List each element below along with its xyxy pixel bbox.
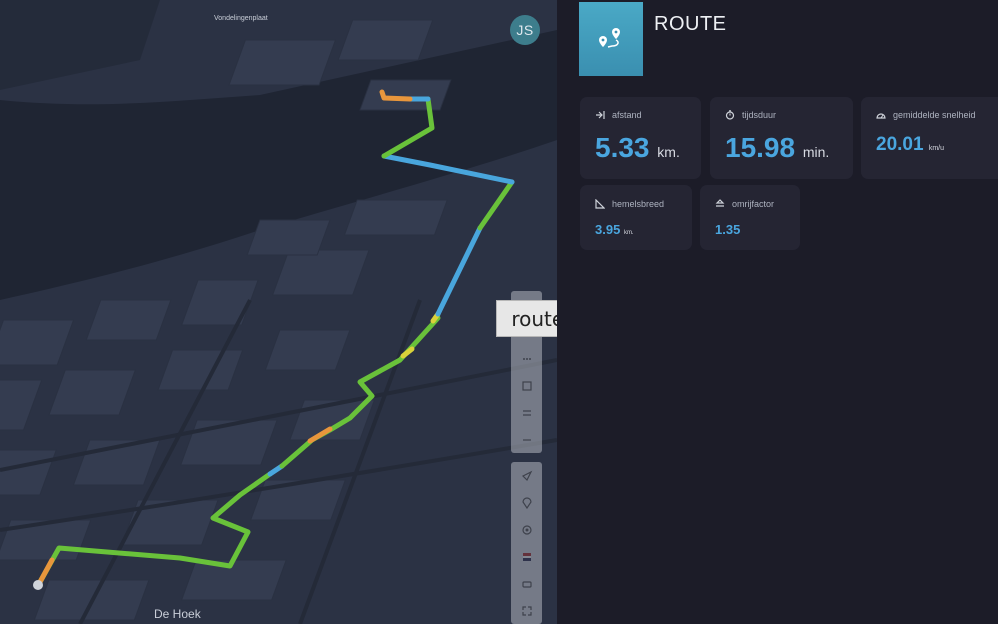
stat-unit: km/u bbox=[928, 145, 944, 152]
pin-icon[interactable] bbox=[511, 489, 542, 516]
speedometer-icon bbox=[876, 113, 886, 119]
location-arrow-icon[interactable] bbox=[511, 462, 542, 489]
stat-card-tijdsduur: tijdsduur 15.98 min. bbox=[710, 97, 853, 179]
stat-card-hemelsbreed: hemelsbreed 3.95 km. bbox=[580, 185, 692, 250]
place-label-de-hoek: De Hoek bbox=[154, 607, 201, 621]
map-view[interactable]: Vondelingenplaat De Hoek JS routes bbox=[0, 0, 557, 624]
user-avatar[interactable]: JS bbox=[510, 15, 540, 45]
route-start-marker bbox=[33, 580, 43, 590]
stat-card-afstand: afstand 5.33 km. bbox=[580, 97, 701, 179]
stat-card-omrijfactor: omrijfactor 1.35 bbox=[700, 185, 800, 250]
stat-value-hemelsbreed: 3.95 km. bbox=[595, 222, 634, 237]
stat-label-text: afstand bbox=[612, 110, 642, 120]
stat-label-hemelsbreed: hemelsbreed bbox=[595, 199, 664, 209]
map-toolbar-bottom bbox=[511, 462, 542, 624]
stat-label-text: gemiddelde snelheid bbox=[893, 110, 976, 120]
stat-unit: km. bbox=[657, 144, 680, 160]
harbour bbox=[0, 0, 160, 90]
car-icon[interactable] bbox=[511, 570, 542, 597]
target-icon[interactable] bbox=[511, 516, 542, 543]
expand-icon[interactable] bbox=[511, 597, 542, 624]
more-icon[interactable] bbox=[511, 345, 542, 372]
stat-value-tijdsduur: 15.98 min. bbox=[725, 132, 829, 164]
stat-unit: min. bbox=[802, 144, 830, 160]
stat-value-number: 20.01 bbox=[876, 134, 924, 155]
stat-value-number: 15.98 bbox=[725, 132, 796, 163]
square-icon[interactable] bbox=[511, 372, 542, 399]
stat-value-afstand: 5.33 km. bbox=[595, 132, 680, 164]
stat-label-tijdsduur: tijdsduur bbox=[725, 110, 776, 120]
stat-value-omrijfactor: 1.35 bbox=[715, 222, 740, 237]
stat-card-gemiddelde-snelheid: gemiddelde snelheid 20.01 km/u bbox=[861, 97, 998, 179]
route-panel bbox=[557, 0, 998, 624]
routes-tooltip: routes bbox=[496, 300, 557, 337]
route-pins-icon bbox=[599, 28, 620, 48]
panel-title: ROUTE bbox=[654, 13, 727, 35]
stat-value-number: 3.95 bbox=[595, 222, 621, 237]
place-label-vondelingenplaat: Vondelingenplaat bbox=[214, 15, 268, 22]
arrow-to-line-icon bbox=[596, 111, 605, 119]
route-icon-tile bbox=[579, 2, 643, 76]
compare-icon[interactable] bbox=[511, 399, 542, 426]
stat-label-afstand: afstand bbox=[595, 110, 642, 120]
stopwatch-icon bbox=[725, 110, 735, 120]
stat-value-number: 5.33 bbox=[595, 132, 650, 163]
netherlands-flag-icon[interactable] bbox=[511, 543, 542, 570]
stat-label-omrijfactor: omrijfactor bbox=[715, 199, 774, 209]
stat-label-gemiddelde-snelheid: gemiddelde snelheid bbox=[876, 110, 976, 120]
stat-label-text: omrijfactor bbox=[732, 199, 775, 209]
detour-icon bbox=[715, 199, 725, 207]
stat-value-number: 1.35 bbox=[715, 222, 741, 237]
minus-icon[interactable] bbox=[511, 426, 542, 453]
map-canvas[interactable] bbox=[0, 0, 557, 624]
stat-value-gemiddelde-snelheid: 20.01 km/u bbox=[876, 134, 944, 156]
stat-label-text: hemelsbreed bbox=[612, 199, 665, 209]
stat-unit: km. bbox=[623, 230, 634, 236]
stat-label-text: tijdsduur bbox=[742, 110, 777, 120]
ruler-triangle-icon bbox=[595, 199, 605, 209]
